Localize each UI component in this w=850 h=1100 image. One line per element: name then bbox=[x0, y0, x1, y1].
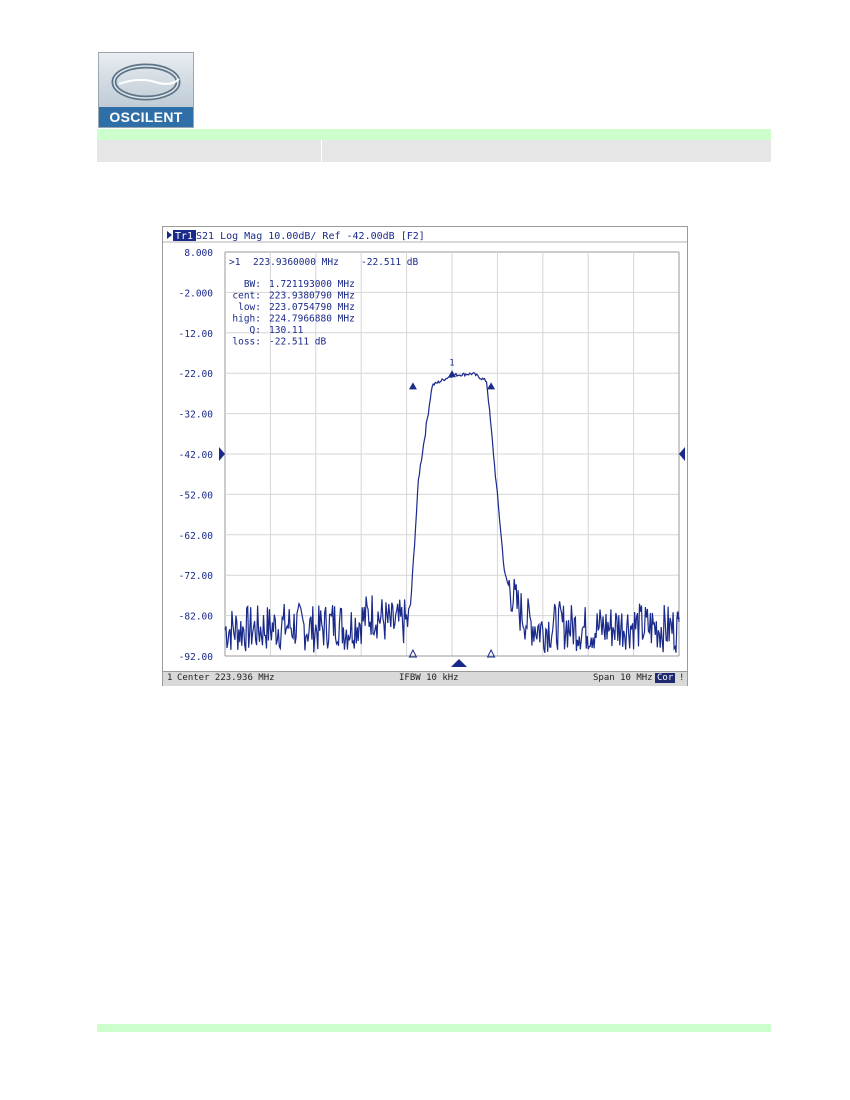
trace-tag[interactable]: Tr1 bbox=[175, 231, 193, 242]
ref-level-right-arrow-icon bbox=[679, 447, 685, 461]
y-tick-label: -2.000 bbox=[179, 288, 214, 299]
marker-frequency: 223.9360000 MHz bbox=[253, 257, 339, 268]
y-tick-label: -22.00 bbox=[179, 369, 214, 380]
stat-value: 223.9380790 MHz bbox=[269, 291, 355, 302]
stat-key: high: bbox=[232, 314, 261, 325]
ifbw-setting[interactable]: IFBW 10 kHz bbox=[399, 673, 459, 683]
marker-value: -22.511 dB bbox=[361, 257, 418, 268]
marker-1-triangle[interactable] bbox=[448, 370, 456, 378]
stat-value: -22.511 dB bbox=[269, 337, 326, 348]
span-setting[interactable]: Span 10 MHz bbox=[593, 673, 653, 683]
y-tick-label: -52.00 bbox=[179, 490, 214, 501]
marker-flag-label: 1 bbox=[449, 358, 454, 368]
y-tick-label: -92.00 bbox=[179, 652, 214, 663]
stat-key: BW: bbox=[244, 279, 261, 290]
y-tick-label: 8.000 bbox=[184, 248, 213, 259]
stat-key: Q: bbox=[250, 325, 261, 336]
stat-key: loss: bbox=[232, 337, 261, 348]
stat-value: 224.7966880 MHz bbox=[269, 314, 355, 325]
header-gray-bar bbox=[97, 140, 771, 162]
y-tick-label: -82.00 bbox=[179, 612, 214, 623]
stat-key: cent: bbox=[232, 291, 261, 302]
ref-level-left-arrow-icon bbox=[219, 447, 225, 461]
stat-key: low: bbox=[238, 302, 261, 313]
y-tick-label: -72.00 bbox=[179, 571, 214, 582]
bandwidth-stats: BW: 1.721193000 MHz cent: 223.9380790 MHz lo… bbox=[232, 279, 354, 348]
bw-marker-triangle[interactable] bbox=[487, 382, 496, 390]
y-tick-label: -62.00 bbox=[179, 531, 214, 542]
logo-swoosh-icon bbox=[111, 63, 181, 101]
y-tick-label: -12.00 bbox=[179, 329, 214, 340]
bw-marker-triangle[interactable] bbox=[408, 382, 417, 390]
center-marker-icon bbox=[451, 659, 467, 667]
oscilent-logo: OSCILENT bbox=[98, 52, 194, 128]
stat-value: 223.0754790 MHz bbox=[269, 302, 355, 313]
status-bar: 1 Center 223.936 MHz IFBW 10 kHz Span 10… bbox=[163, 671, 687, 686]
y-axis-ticks: 8.000 -2.000 -12.00 -22.00 -32.00 -42.00 -52.0… bbox=[179, 248, 214, 663]
network-analyzer-screen: Tr1 S21 Log Mag 10.00dB/ Ref -42.00dB [F… bbox=[162, 226, 688, 686]
center-frequency[interactable]: Center 223.936 MHz bbox=[177, 673, 275, 683]
trace-plot: Tr1 S21 Log Mag 10.00dB/ Ref -42.00dB [F… bbox=[163, 227, 687, 667]
stat-value: 130.11 bbox=[269, 325, 304, 336]
marker-label: >1 bbox=[229, 257, 241, 268]
header-band bbox=[97, 129, 771, 140]
channel-number: 1 bbox=[167, 673, 173, 683]
y-tick-label: -42.00 bbox=[179, 450, 214, 461]
logo-text: OSCILENT bbox=[99, 107, 193, 127]
header-bar-separator bbox=[321, 140, 322, 162]
status-indicator: ! bbox=[679, 673, 685, 683]
y-tick-label: -32.00 bbox=[179, 410, 214, 421]
correction-badge[interactable]: Cor bbox=[655, 673, 676, 683]
trace-title: S21 Log Mag 10.00dB/ Ref -42.00dB [F2] bbox=[196, 231, 425, 242]
footer-band bbox=[97, 1024, 771, 1032]
stat-value: 1.721193000 MHz bbox=[269, 279, 355, 290]
